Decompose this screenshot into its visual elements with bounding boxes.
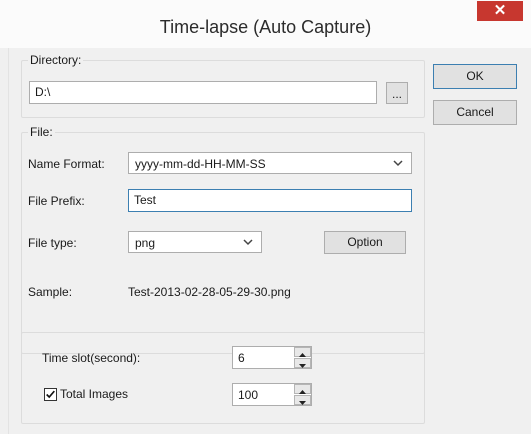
total-images-arrows (294, 384, 311, 405)
sample-value: Test-2013-02-28-05-29-30.png (128, 285, 291, 299)
time-slot-label: Time slot(second): (42, 351, 141, 365)
file-prefix-input[interactable]: Test (128, 189, 412, 212)
title-bar: Time-lapse (Auto Capture) ✕ (0, 0, 531, 48)
browse-button[interactable]: ... (386, 82, 408, 104)
spin-up-button[interactable] (294, 347, 311, 357)
time-slot-arrows (294, 347, 311, 368)
chevron-down-icon (243, 239, 253, 246)
name-format-select[interactable]: yyyy-mm-dd-HH-MM-SS (128, 152, 412, 174)
close-icon: ✕ (493, 2, 507, 19)
total-images-checkbox[interactable] (44, 388, 57, 401)
total-images-label[interactable]: Total Images (60, 387, 128, 401)
total-images-spinner[interactable]: 100 (232, 383, 312, 406)
directory-input[interactable]: D:\ (29, 81, 377, 104)
option-button[interactable]: Option (324, 231, 406, 254)
file-legend: File: (28, 125, 55, 139)
down-arrow-icon (299, 401, 306, 405)
sample-label: Sample: (28, 285, 73, 299)
timing-group: Time slot(second): 6 Total Images 100 (21, 332, 425, 424)
down-arrow-icon (299, 364, 306, 368)
time-slot-spinner[interactable]: 6 (232, 346, 312, 369)
spin-down-button[interactable] (294, 358, 311, 368)
dialog-body: Directory: D:\ ... File: Name Format: yy… (8, 48, 523, 434)
file-prefix-label: File Prefix: (28, 194, 85, 208)
window-title: Time-lapse (Auto Capture) (159, 17, 372, 37)
checkmark-icon (46, 390, 55, 399)
cancel-button[interactable]: Cancel (433, 100, 517, 125)
spin-down-button[interactable] (294, 395, 311, 405)
chevron-down-icon (393, 160, 403, 167)
file-type-label: File type: (28, 236, 77, 250)
spin-up-button[interactable] (294, 384, 311, 394)
file-group: File: Name Format: yyyy-mm-dd-HH-MM-SS F… (21, 125, 425, 354)
directory-group: Directory: D:\ ... (21, 53, 425, 118)
ok-button[interactable]: OK (433, 64, 517, 89)
close-button[interactable]: ✕ (477, 1, 523, 21)
directory-legend: Directory: (28, 53, 84, 67)
file-type-select[interactable]: png (128, 231, 262, 253)
name-format-label: Name Format: (28, 157, 105, 171)
